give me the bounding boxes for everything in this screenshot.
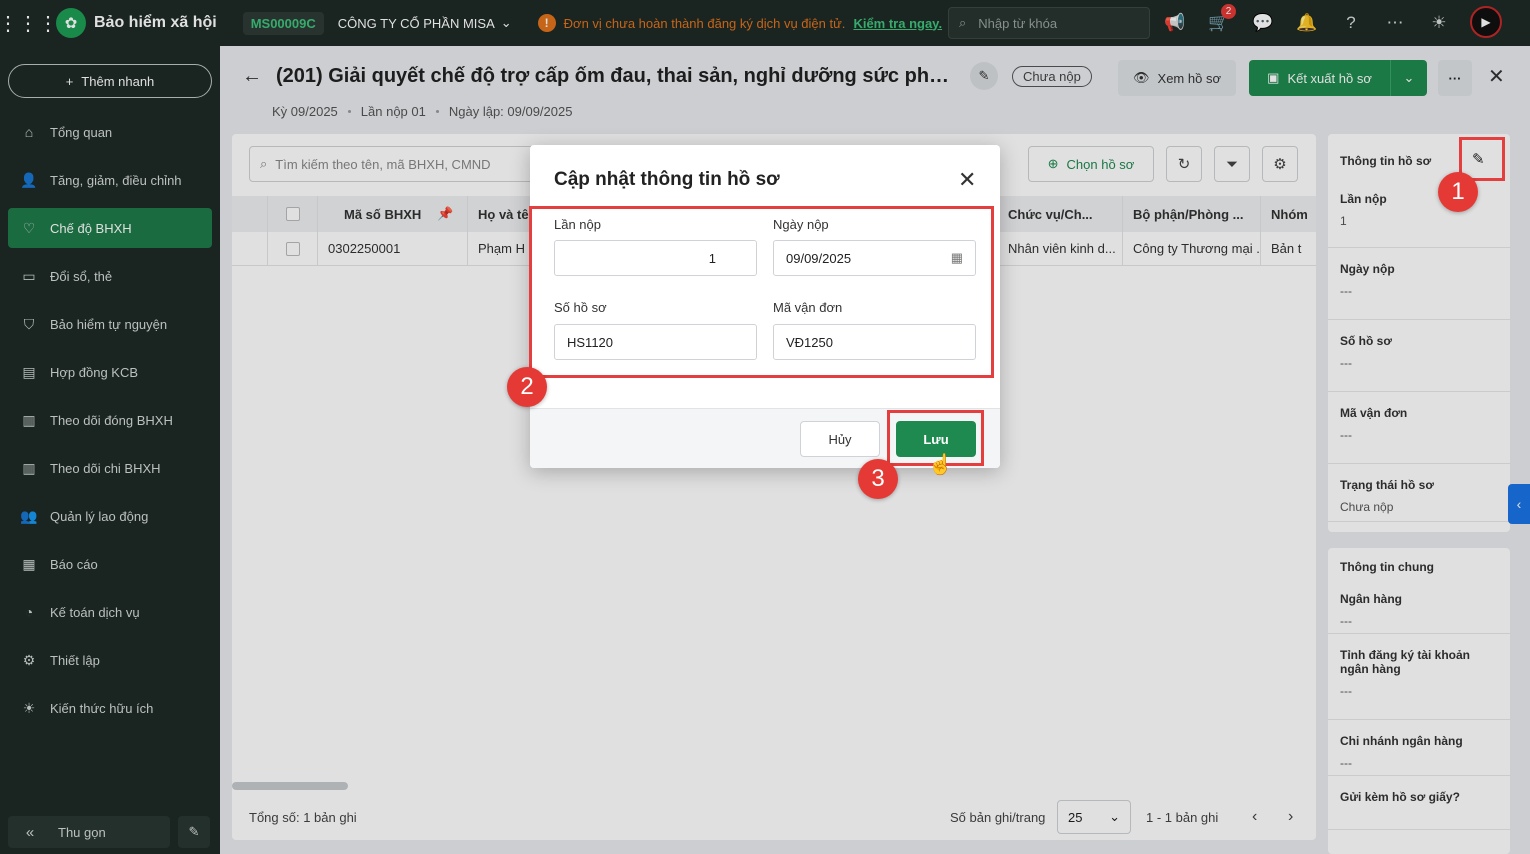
highlight-form-fields — [529, 206, 994, 378]
step-marker-2: 2 — [507, 367, 547, 407]
step-marker-3: 3 — [858, 459, 898, 499]
close-icon[interactable]: ✕ — [958, 167, 976, 193]
dialog-title: Cập nhật thông tin hồ sơ — [554, 169, 780, 190]
cancel-button[interactable]: Hủy — [800, 421, 880, 457]
hand-cursor-icon: ☝ — [928, 454, 953, 476]
step-marker-1: 1 — [1438, 172, 1478, 212]
